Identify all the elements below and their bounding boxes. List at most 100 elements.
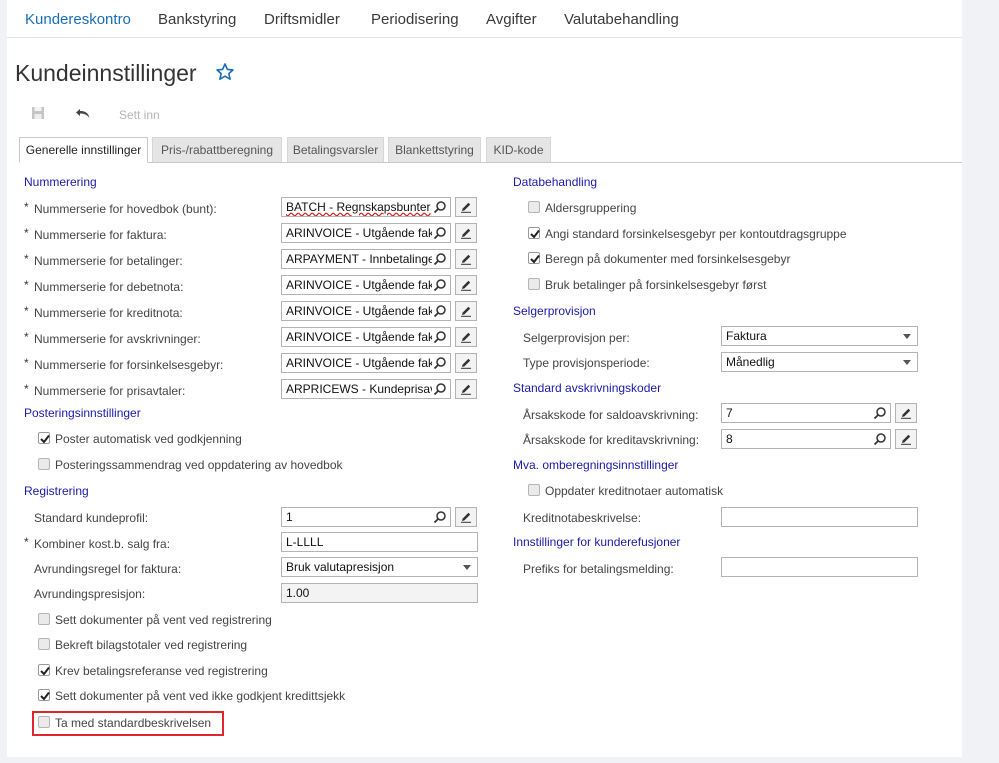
- search-icon[interactable]: [433, 356, 447, 370]
- field-label: Nummerserie for betalinger:: [34, 254, 183, 268]
- section-registration: Registrering: [24, 484, 89, 498]
- field-label: Nummerserie for faktura:: [34, 228, 167, 242]
- hold-failed-credit-checkbox[interactable]: [38, 689, 50, 701]
- checkbox-label: Aldersgruppering: [545, 201, 637, 215]
- calc-fee-checkbox[interactable]: [528, 252, 540, 264]
- required-marker: *: [24, 535, 29, 549]
- field-label: Årsakskode for kreditavskrivning:: [523, 433, 700, 447]
- field-label: Avrundingsregel for faktura:: [34, 562, 182, 576]
- aging-checkbox[interactable]: [528, 201, 540, 213]
- hold-on-entry-checkbox[interactable]: [38, 613, 50, 625]
- late-fee-numbering-input[interactable]: ARINVOICE - Utgående fakt: [281, 353, 451, 373]
- edit-button[interactable]: [895, 429, 917, 449]
- tab-form-control[interactable]: Blankettstyring: [388, 137, 481, 162]
- invoice-numbering-input[interactable]: ARINVOICE - Utgående fakt: [281, 223, 451, 243]
- credit-note-description-input[interactable]: [721, 507, 918, 527]
- search-icon[interactable]: [433, 278, 447, 292]
- highlight-box: [32, 711, 224, 736]
- search-icon[interactable]: [433, 382, 447, 396]
- commission-period-select[interactable]: Månedlig: [721, 352, 918, 372]
- field-label: Nummerserie for forsinkelsesgebyr:: [34, 358, 224, 372]
- required-marker: *: [24, 226, 29, 240]
- nav-periodisering[interactable]: Periodisering: [371, 11, 459, 28]
- field-label: Nummerserie for debetnota:: [34, 280, 184, 294]
- search-icon[interactable]: [873, 406, 887, 420]
- require-payment-ref-checkbox[interactable]: [38, 664, 50, 676]
- credit-note-numbering-input[interactable]: ARINVOICE - Utgående fakt: [281, 301, 451, 321]
- nav-valutabehandling[interactable]: Valutabehandling: [564, 11, 679, 28]
- customer-profile-input[interactable]: 1: [281, 507, 451, 527]
- pencil-icon: [461, 358, 471, 369]
- field-label: Nummerserie for kreditnota:: [34, 306, 183, 320]
- credit-writeoff-code-input[interactable]: 8: [721, 429, 891, 449]
- checkbox-label: Beregn på dokumenter med forsinkelsesgeb…: [545, 252, 791, 266]
- tab-general-settings[interactable]: Generelle innstillinger: [19, 137, 148, 163]
- default-fee-checkbox[interactable]: [528, 227, 540, 239]
- favorite-star-icon[interactable]: [215, 62, 235, 82]
- pencil-icon: [461, 512, 471, 523]
- edit-button[interactable]: [455, 327, 477, 347]
- check-icon: [530, 229, 540, 239]
- tab-payment-notices[interactable]: Betalingsvarsler: [287, 137, 384, 162]
- balance-writeoff-code-input[interactable]: 7: [721, 403, 891, 423]
- nav-bankstyring[interactable]: Bankstyring: [158, 11, 236, 28]
- batch-numbering-input[interactable]: BATCH - Regnskapsbunter: [281, 197, 451, 217]
- checkbox-label: Sett dokumenter på vent ved ikke godkjen…: [55, 689, 346, 703]
- search-icon[interactable]: [433, 226, 447, 240]
- update-credit-notes-checkbox[interactable]: [528, 484, 540, 496]
- search-icon[interactable]: [433, 200, 447, 214]
- search-icon[interactable]: [433, 252, 447, 266]
- checkbox-label: Sett dokumenter på vent ved registrering: [55, 613, 272, 627]
- save-icon[interactable]: [31, 106, 45, 120]
- chevron-down-icon: [903, 334, 911, 339]
- check-icon: [40, 434, 50, 444]
- nav-avgifter[interactable]: Avgifter: [486, 11, 537, 28]
- section-numbering: Nummerering: [24, 175, 97, 189]
- edit-button[interactable]: [895, 403, 917, 423]
- payments-first-checkbox[interactable]: [528, 278, 540, 290]
- insert-button[interactable]: Sett inn: [119, 108, 160, 122]
- search-icon[interactable]: [433, 330, 447, 344]
- nav-driftsmidler[interactable]: Driftsmidler: [264, 11, 340, 28]
- edit-button[interactable]: [455, 249, 477, 269]
- page: Kundereskontro Bankstyring Driftsmidler …: [7, 0, 962, 757]
- field-label: Nummerserie for avskrivninger:: [34, 332, 201, 346]
- edit-button[interactable]: [455, 275, 477, 295]
- field-label: Kombiner kost.b. salg fra:: [34, 537, 171, 551]
- search-icon[interactable]: [433, 510, 447, 524]
- required-marker: *: [24, 278, 29, 292]
- search-icon[interactable]: [433, 304, 447, 318]
- pencil-icon: [461, 332, 471, 343]
- required-marker: *: [24, 382, 29, 396]
- payment-message-prefix-input[interactable]: [721, 557, 918, 577]
- checkbox-label: Oppdater kreditnotaer automatisk: [545, 484, 724, 498]
- undo-icon[interactable]: [75, 107, 91, 119]
- nav-kundereskontro[interactable]: Kundereskontro: [25, 11, 131, 28]
- confirm-totals-checkbox[interactable]: [38, 638, 50, 650]
- pencil-icon: [461, 254, 471, 265]
- auto-post-checkbox[interactable]: [38, 432, 50, 444]
- check-icon: [40, 691, 50, 701]
- section-commission: Selgerprovisjon: [513, 304, 596, 318]
- edit-button[interactable]: [455, 379, 477, 399]
- edit-button[interactable]: [455, 223, 477, 243]
- field-label: Nummerserie for hovedbok (bunt):: [34, 202, 217, 216]
- edit-button[interactable]: [455, 507, 477, 527]
- payment-numbering-input[interactable]: ARPAYMENT - Innbetalinger: [281, 249, 451, 269]
- pencil-icon: [461, 306, 471, 317]
- rounding-precision-field: 1.00: [281, 583, 478, 603]
- required-marker: *: [24, 304, 29, 318]
- posting-summary-checkbox[interactable]: [38, 458, 50, 470]
- debit-note-numbering-input[interactable]: ARINVOICE - Utgående fakt: [281, 275, 451, 295]
- writeoff-numbering-input[interactable]: ARINVOICE - Utgående fakt: [281, 327, 451, 347]
- tab-kid-code[interactable]: KID-kode: [486, 137, 551, 162]
- commission-per-select[interactable]: Faktura: [721, 326, 918, 346]
- combine-cost-input[interactable]: L-LLLL: [281, 532, 478, 552]
- search-icon[interactable]: [873, 432, 887, 446]
- edit-button[interactable]: [455, 353, 477, 373]
- rounding-rule-select[interactable]: Bruk valutapresisjon: [281, 557, 478, 577]
- tab-price-discount[interactable]: Pris-/rabattberegning: [152, 137, 282, 162]
- edit-button[interactable]: [455, 197, 477, 217]
- edit-button[interactable]: [455, 301, 477, 321]
- price-agreement-numbering-input[interactable]: ARPRICEWS - Kundeprisavt: [281, 379, 451, 399]
